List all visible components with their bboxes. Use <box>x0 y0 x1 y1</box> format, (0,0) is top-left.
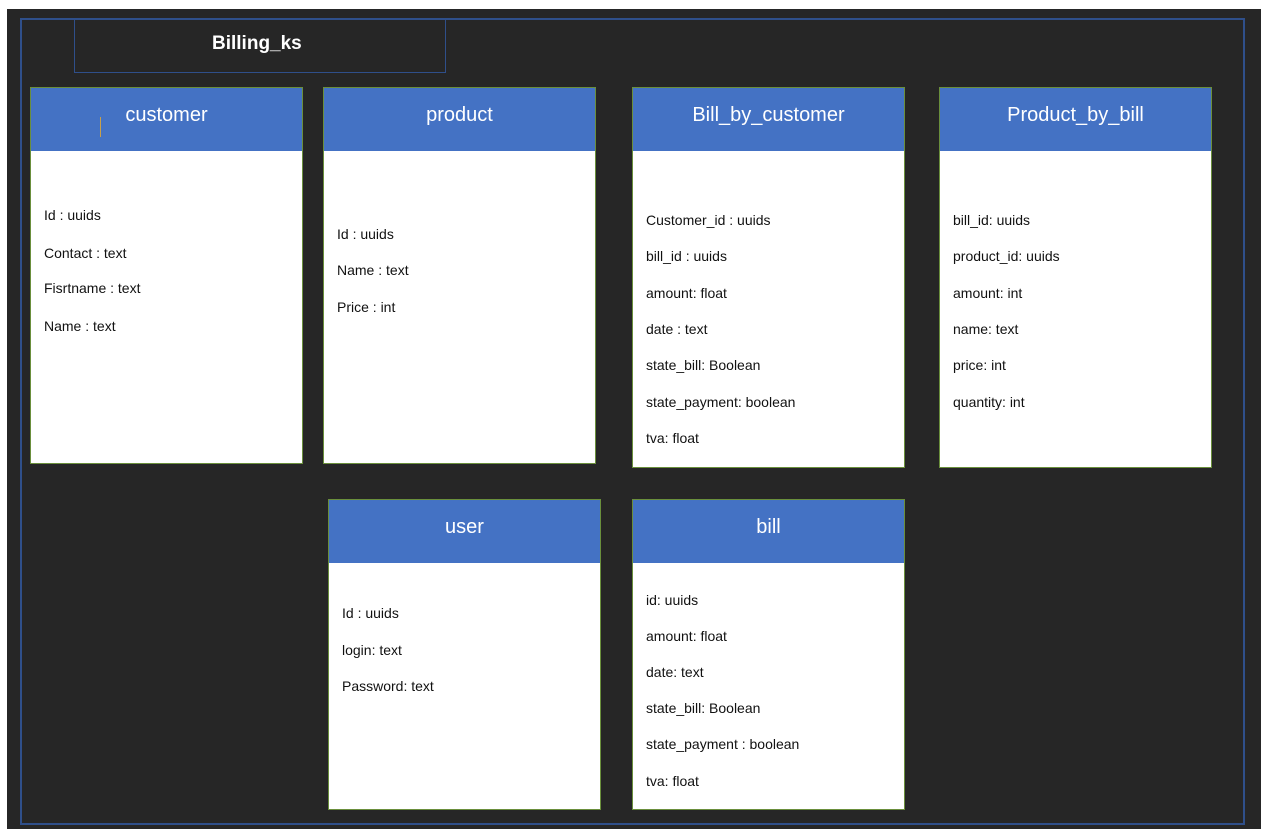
text-cursor <box>100 117 101 137</box>
table-header: Bill_by_customer <box>633 88 904 151</box>
table-customer: customer Id : uuids Contact : text Fisrt… <box>30 87 303 464</box>
table-bill-by-customer: Bill_by_customer Customer_id : uuids bil… <box>632 87 905 468</box>
table-product: product Id : uuids Name : text Price : i… <box>323 87 596 464</box>
diagram-canvas: Billing_ks customer Id : uuids Contact :… <box>0 0 1267 829</box>
table-title: product <box>426 104 493 126</box>
table-bill: bill id: uuids amount: float date: text … <box>632 499 905 810</box>
field: product_id: uuids <box>953 248 1060 264</box>
table-header: customer <box>31 88 302 151</box>
table-header: product <box>324 88 595 151</box>
field: state_bill: Boolean <box>646 700 761 716</box>
table-header: Product_by_bill <box>940 88 1211 151</box>
field: Password: text <box>342 678 434 694</box>
field: Id : uuids <box>44 207 101 223</box>
field: bill_id : uuids <box>646 248 727 264</box>
field: bill_id: uuids <box>953 212 1031 228</box>
field: state_bill: Boolean <box>646 357 761 373</box>
field: login: text <box>342 642 402 658</box>
field: Name : text <box>44 318 116 334</box>
field: Price : int <box>337 299 396 315</box>
field: amount: float <box>646 628 727 644</box>
table-title: bill <box>756 516 781 538</box>
field: Contact : text <box>44 245 127 261</box>
field: id: uuids <box>646 592 699 608</box>
table-title: Bill_by_customer <box>692 104 845 126</box>
field: date: text <box>646 664 704 680</box>
table-title: user <box>445 516 484 538</box>
field: date : text <box>646 321 708 337</box>
field: state_payment: boolean <box>646 394 796 410</box>
table-title: customer <box>125 104 208 126</box>
field: Id : uuids <box>337 226 394 242</box>
field: state_payment : boolean <box>646 736 800 752</box>
field: Customer_id : uuids <box>646 212 771 228</box>
table-title: Product_by_bill <box>1007 104 1144 126</box>
field: Name : text <box>337 262 409 278</box>
field: Id : uuids <box>342 605 399 621</box>
field: name: text <box>953 321 1019 337</box>
keyspace-title: Billing_ks <box>212 33 302 54</box>
field: amount: int <box>953 285 1023 301</box>
field: price: int <box>953 357 1006 373</box>
table-header: bill <box>633 500 904 563</box>
field: amount: float <box>646 285 727 301</box>
field: tva: float <box>646 430 699 446</box>
field: tva: float <box>646 773 699 789</box>
field: Fisrtname : text <box>44 280 141 296</box>
field: quantity: int <box>953 394 1025 410</box>
table-user: user Id : uuids login: text Password: te… <box>328 499 601 810</box>
table-header: user <box>329 500 600 563</box>
table-product-by-bill: Product_by_bill bill_id: uuids product_i… <box>939 87 1212 468</box>
